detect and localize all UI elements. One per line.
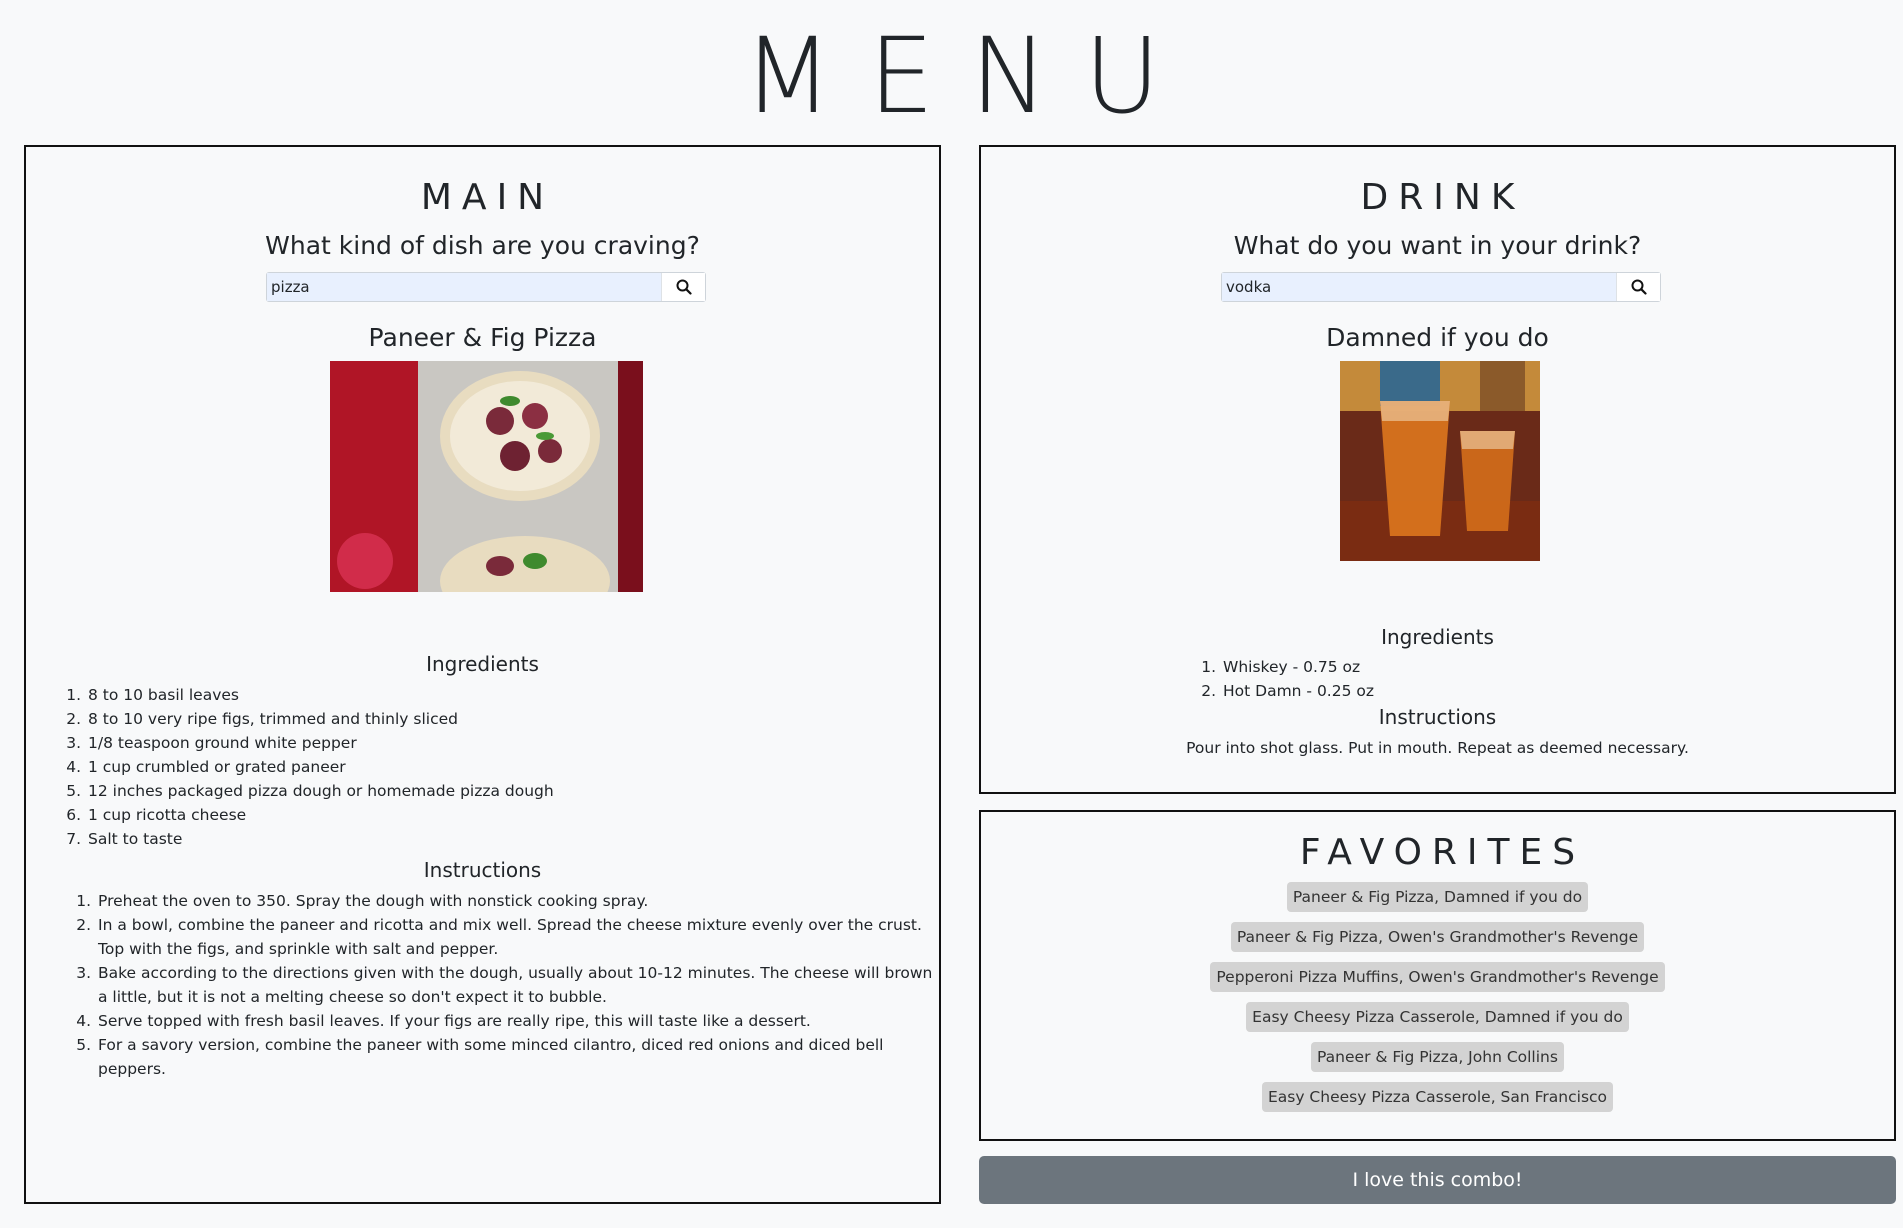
favorites-panel: FAVORITES Paneer & Fig Pizza, Damned if …: [979, 810, 1896, 1141]
menu-page: MENU MAIN What kind of dish are you crav…: [0, 0, 1903, 1228]
drink-panel: DRINK What do you want in your drink? Da…: [979, 145, 1896, 794]
page-title: MENU: [742, 15, 1197, 137]
drink-ingredients-heading: Ingredients: [1381, 625, 1494, 649]
list-item: Bake according to the directions given w…: [96, 961, 936, 1009]
search-icon: [1631, 279, 1647, 295]
search-icon: [676, 279, 692, 295]
drink-search-box: [1221, 272, 1661, 302]
main-ingredients-list: 8 to 10 basil leaves 8 to 10 very ripe f…: [58, 683, 554, 851]
main-search-input[interactable]: [267, 273, 661, 301]
main-heading: MAIN: [420, 177, 555, 218]
love-combo-button[interactable]: I love this combo!: [979, 1156, 1896, 1204]
list-item: Salt to taste: [86, 827, 554, 851]
main-instructions-heading: Instructions: [423, 858, 542, 882]
list-item: 1 cup ricotta cheese: [86, 803, 554, 827]
list-item: In a bowl, combine the paneer and ricott…: [96, 913, 936, 961]
favorite-item[interactable]: Easy Cheesy Pizza Casserole, Damned if y…: [1246, 1002, 1629, 1032]
favorites-heading: FAVORITES: [1299, 832, 1586, 873]
list-item: 8 to 10 very ripe figs, trimmed and thin…: [86, 707, 554, 731]
drink-instructions-text: Pour into shot glass. Put in mouth. Repe…: [1186, 739, 1689, 757]
main-recipe-image: [330, 361, 643, 592]
favorites-list: Paneer & Fig Pizza, Damned if you do Pan…: [981, 882, 1894, 1122]
drink-recipe-title: Damned if you do: [1326, 323, 1549, 352]
list-item: 1/8 teaspoon ground white pepper: [86, 731, 554, 755]
main-instructions-list: Preheat the oven to 350. Spray the dough…: [68, 889, 936, 1081]
favorite-item[interactable]: Paneer & Fig Pizza, John Collins: [1311, 1042, 1564, 1072]
list-item: 1 cup crumbled or grated paneer: [86, 755, 554, 779]
drink-prompt: What do you want in your drink?: [1233, 231, 1642, 260]
main-panel: MAIN What kind of dish are you craving? …: [24, 145, 941, 1204]
main-ingredients-heading: Ingredients: [426, 652, 539, 676]
main-prompt: What kind of dish are you craving?: [265, 231, 700, 260]
favorite-item[interactable]: Paneer & Fig Pizza, Damned if you do: [1286, 882, 1589, 912]
list-item: Whiskey - 0.75 oz: [1221, 655, 1374, 679]
drink-recipe-image: [1340, 361, 1540, 561]
main-search-button[interactable]: [661, 273, 705, 301]
list-item: Hot Damn - 0.25 oz: [1221, 679, 1374, 703]
list-item: Serve topped with fresh basil leaves. If…: [96, 1009, 936, 1033]
drink-instructions-heading: Instructions: [1378, 705, 1497, 729]
list-item: Preheat the oven to 350. Spray the dough…: [96, 889, 936, 913]
main-search-box: [266, 272, 706, 302]
drink-search-input[interactable]: [1222, 273, 1616, 301]
drink-ingredients-list: Whiskey - 0.75 oz Hot Damn - 0.25 oz: [1193, 655, 1374, 703]
drink-heading: DRINK: [1360, 177, 1525, 218]
favorite-item[interactable]: Paneer & Fig Pizza, Owen's Grandmother's…: [1230, 922, 1645, 952]
list-item: 12 inches packaged pizza dough or homema…: [86, 779, 554, 803]
list-item: For a savory version, combine the paneer…: [96, 1033, 936, 1081]
favorite-item[interactable]: Pepperoni Pizza Muffins, Owen's Grandmot…: [1210, 962, 1665, 992]
list-item: 8 to 10 basil leaves: [86, 683, 554, 707]
main-recipe-title: Paneer & Fig Pizza: [368, 323, 597, 352]
favorite-item[interactable]: Easy Cheesy Pizza Casserole, San Francis…: [1261, 1082, 1614, 1112]
drink-search-button[interactable]: [1616, 273, 1660, 301]
